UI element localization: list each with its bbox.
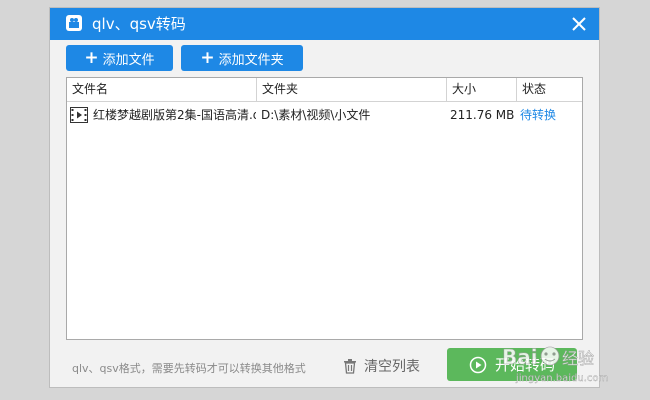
column-header-size[interactable]: 大小 [447,78,517,101]
app-icon [66,15,82,31]
column-header-filename[interactable]: 文件名 [67,78,257,101]
row-status: 待转换 [520,108,557,122]
row-filename: 红楼梦越剧版第2集-国语高清.qsv [93,108,256,122]
add-folder-button[interactable]: + 添加文件夹 [181,45,303,71]
svg-text:Bai: Bai [502,345,538,369]
play-icon [469,356,487,373]
svg-text:jingyan.baidu.com: jingyan.baidu.com [515,373,608,384]
clear-list-button[interactable]: 清空列表 [342,355,420,377]
column-header-status[interactable]: 状态 [517,78,583,101]
video-file-icon [70,107,88,123]
row-size: 211.76 MB [450,108,515,122]
add-file-label: 添加文件 [102,52,155,68]
add-file-button[interactable]: + 添加文件 [66,45,173,71]
format-hint: qlv、qsv格式，需要先转码才可以转换其他格式 [72,362,306,375]
add-folder-label: 添加文件夹 [218,52,284,68]
baidu-jingyan-watermark: Bai 经验 jingyan.baidu.com [500,340,610,386]
file-list[interactable]: 文件名 文件夹 大小 状态 红楼梦越剧版第2集-国语高清.qsv D:\素材\视… [66,77,583,340]
column-header-folder[interactable]: 文件夹 [257,78,447,101]
convert-window: qlv、qsv转码 + 添加文件 + 添加文件夹 文件名 文件夹 大小 状态 红… [49,7,600,388]
row-folder: D:\素材\视频\小文件 [261,108,371,122]
trash-icon [344,359,356,374]
list-header: 文件名 文件夹 大小 状态 [67,78,582,102]
svg-text:经验: 经验 [562,349,594,368]
table-row[interactable]: 红楼梦越剧版第2集-国语高清.qsv D:\素材\视频\小文件 211.76 M… [67,105,582,125]
title-bar: qlv、qsv转码 [50,8,599,40]
watermark-logo: Bai 经验 jingyan.baidu.com [502,345,609,385]
clear-list-label: 清空列表 [364,359,420,375]
plus-icon: + [84,47,99,68]
plus-icon: + [200,47,215,68]
close-icon[interactable] [569,14,589,34]
window-title: qlv、qsv转码 [92,15,186,33]
